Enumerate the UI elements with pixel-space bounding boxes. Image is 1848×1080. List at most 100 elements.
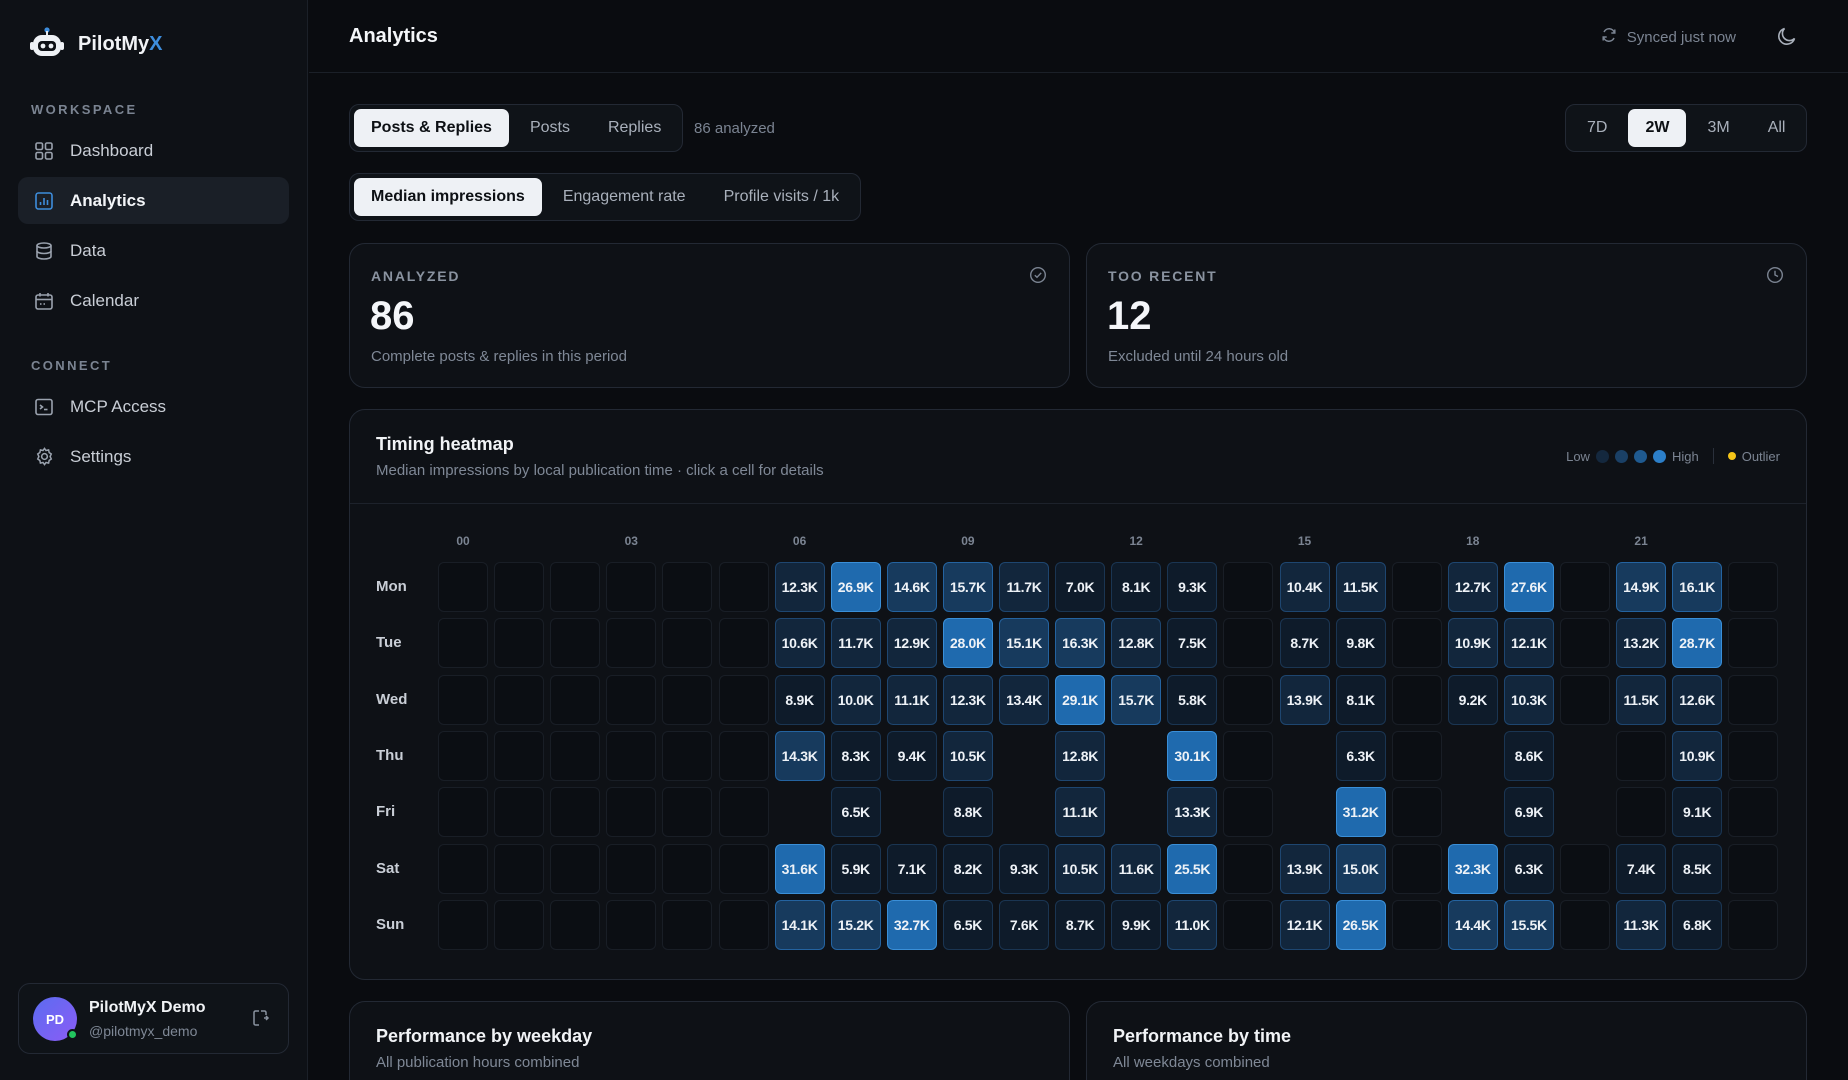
tab-range-2w[interactable]: 2W: [1628, 109, 1687, 147]
heatmap-cell-empty[interactable]: [550, 618, 601, 669]
heatmap-cell-blank[interactable]: [1448, 787, 1498, 837]
heatmap-cell-empty[interactable]: [1223, 674, 1274, 725]
heatmap-cell-empty[interactable]: [718, 730, 769, 781]
heatmap-cell-empty[interactable]: [662, 562, 713, 612]
heatmap-cell[interactable]: 9.2K: [1447, 674, 1498, 725]
heatmap-cell[interactable]: 11.3K: [1616, 899, 1667, 950]
heatmap-cell[interactable]: 11.6K: [1111, 843, 1162, 894]
heatmap-cell-empty[interactable]: [550, 787, 601, 838]
heatmap-cell[interactable]: 12.6K: [1672, 674, 1723, 725]
heatmap-cell-empty[interactable]: [606, 562, 657, 612]
heatmap-cell[interactable]: 9.1K: [1672, 787, 1723, 838]
sidebar-item-data[interactable]: Data: [18, 227, 289, 274]
heatmap-cell[interactable]: 11.1K: [886, 674, 937, 725]
heatmap-cell-empty[interactable]: [606, 730, 657, 781]
heatmap-cell-empty[interactable]: [1616, 787, 1667, 838]
heatmap-cell[interactable]: 6.5K: [830, 787, 881, 838]
heatmap-cell[interactable]: 26.9K: [830, 562, 881, 612]
heatmap-cell-empty[interactable]: [718, 618, 769, 669]
heatmap-cell[interactable]: 12.8K: [1055, 730, 1106, 781]
moon-icon[interactable]: [1776, 25, 1798, 52]
sync-status[interactable]: Synced just now: [1601, 27, 1736, 47]
tab-range-3m[interactable]: 3M: [1690, 109, 1746, 147]
heatmap-cell[interactable]: 8.5K: [1672, 843, 1723, 894]
heatmap-cell[interactable]: 12.3K: [774, 562, 825, 612]
heatmap-cell[interactable]: 31.6K: [774, 843, 825, 894]
heatmap-cell-blank[interactable]: [1448, 731, 1498, 781]
heatmap-cell-empty[interactable]: [1728, 618, 1779, 669]
heatmap-cell[interactable]: 8.1K: [1335, 674, 1386, 725]
heatmap-cell[interactable]: 13.4K: [999, 674, 1049, 725]
heatmap-cell-empty[interactable]: [662, 843, 713, 894]
heatmap-cell-empty[interactable]: [494, 730, 545, 781]
heatmap-cell[interactable]: 8.8K: [942, 787, 993, 838]
heatmap-cell[interactable]: 15.5K: [1503, 899, 1554, 950]
heatmap-cell-empty[interactable]: [550, 899, 601, 950]
sidebar-item-dashboard[interactable]: Dashboard: [18, 127, 289, 174]
heatmap-cell-empty[interactable]: [550, 843, 601, 894]
heatmap-cell-empty[interactable]: [1223, 899, 1274, 950]
heatmap-cell-blank[interactable]: [999, 731, 1049, 781]
heatmap-cell-empty[interactable]: [1391, 787, 1442, 838]
tab-range-7d[interactable]: 7D: [1570, 109, 1624, 147]
heatmap-cell[interactable]: 14.3K: [774, 730, 825, 781]
heatmap-cell-empty[interactable]: [550, 562, 601, 612]
heatmap-cell-blank[interactable]: [1111, 731, 1161, 781]
heatmap-cell-empty[interactable]: [438, 787, 488, 838]
heatmap-cell-empty[interactable]: [438, 843, 488, 894]
heatmap-cell[interactable]: 28.0K: [942, 618, 993, 669]
heatmap-cell-empty[interactable]: [1560, 618, 1610, 669]
heatmap-cell-empty[interactable]: [606, 674, 657, 725]
heatmap-cell[interactable]: 15.0K: [1335, 843, 1386, 894]
heatmap-cell-empty[interactable]: [1728, 562, 1779, 612]
heatmap-cell[interactable]: 15.7K: [1111, 674, 1162, 725]
heatmap-cell[interactable]: 30.1K: [1167, 730, 1218, 781]
heatmap-cell-empty[interactable]: [1391, 843, 1442, 894]
heatmap-cell[interactable]: 14.1K: [774, 899, 825, 950]
logout-icon[interactable]: [252, 1009, 270, 1032]
heatmap-cell-empty[interactable]: [1728, 899, 1779, 950]
heatmap-cell-empty[interactable]: [1560, 899, 1610, 950]
heatmap-cell[interactable]: 15.7K: [942, 562, 993, 612]
heatmap-cell[interactable]: 15.1K: [999, 618, 1049, 669]
heatmap-cell[interactable]: 25.5K: [1167, 843, 1218, 894]
tab-median-impressions[interactable]: Median impressions: [354, 178, 542, 216]
heatmap-cell-empty[interactable]: [550, 730, 601, 781]
heatmap-cell-empty[interactable]: [1560, 562, 1610, 612]
heatmap-cell[interactable]: 11.1K: [1055, 787, 1106, 838]
heatmap-cell-empty[interactable]: [662, 787, 713, 838]
heatmap-cell[interactable]: 8.7K: [1279, 618, 1330, 669]
heatmap-cell[interactable]: 7.4K: [1616, 843, 1667, 894]
heatmap-cell[interactable]: 31.2K: [1335, 787, 1386, 838]
heatmap-cell-empty[interactable]: [494, 618, 545, 669]
heatmap-cell[interactable]: 10.4K: [1279, 562, 1330, 612]
heatmap-cell[interactable]: 5.9K: [830, 843, 881, 894]
heatmap-cell-empty[interactable]: [662, 674, 713, 725]
heatmap-cell[interactable]: 14.6K: [886, 562, 937, 612]
heatmap-cell-empty[interactable]: [1391, 730, 1442, 781]
heatmap-cell[interactable]: 11.7K: [830, 618, 881, 669]
heatmap-cell[interactable]: 28.7K: [1672, 618, 1723, 669]
heatmap-cell-empty[interactable]: [606, 787, 657, 838]
heatmap-cell-blank[interactable]: [1560, 787, 1610, 837]
heatmap-cell-blank[interactable]: [775, 787, 825, 837]
sidebar-item-settings[interactable]: Settings: [18, 433, 289, 480]
heatmap-cell[interactable]: 10.3K: [1503, 674, 1554, 725]
heatmap-cell-empty[interactable]: [438, 562, 488, 612]
heatmap-cell-empty[interactable]: [718, 843, 769, 894]
user-card[interactable]: PD PilotMyX Demo @pilotmyx_demo: [18, 983, 289, 1054]
sidebar-item-calendar[interactable]: Calendar: [18, 277, 289, 324]
heatmap-cell-empty[interactable]: [1391, 562, 1442, 612]
tab-replies[interactable]: Replies: [591, 109, 678, 147]
heatmap-cell[interactable]: 9.4K: [886, 730, 937, 781]
heatmap-cell-empty[interactable]: [1223, 730, 1274, 781]
heatmap-cell[interactable]: 11.5K: [1335, 562, 1386, 612]
heatmap-cell[interactable]: 10.5K: [942, 730, 993, 781]
heatmap-cell-empty[interactable]: [662, 618, 713, 669]
tab-engagement-rate[interactable]: Engagement rate: [546, 178, 703, 216]
heatmap-cell[interactable]: 9.3K: [1167, 562, 1218, 612]
heatmap-cell-empty[interactable]: [606, 899, 657, 950]
heatmap-cell[interactable]: 13.3K: [1167, 787, 1218, 838]
heatmap-cell[interactable]: 12.3K: [942, 674, 993, 725]
heatmap-cell-empty[interactable]: [718, 899, 769, 950]
